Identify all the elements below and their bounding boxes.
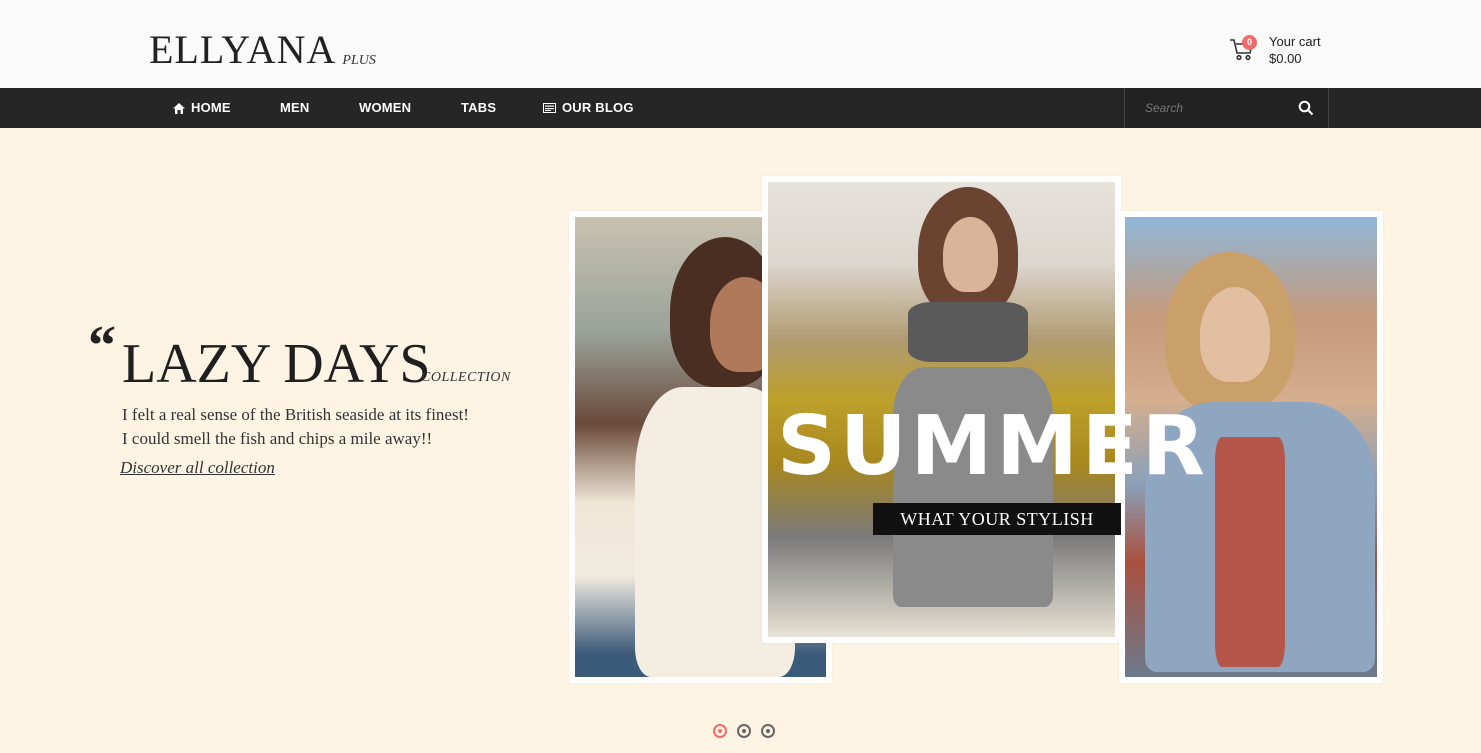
slider-pagination [713,724,775,738]
hero-description-line-1: I felt a real sense of the British seasi… [122,405,469,424]
cart-count-badge: 0 [1242,35,1257,50]
blog-icon [543,103,556,113]
search-input[interactable] [1125,88,1290,128]
cart-label: Your cart [1269,34,1321,49]
nav-label-blog: OUR BLOG [562,100,634,115]
nav-label-men: MEN [280,100,310,115]
cart-total: $0.00 [1269,51,1302,66]
nav-label-home: HOME [191,100,231,115]
logo-subtext: PLUS [342,53,376,68]
hero-collection-label: COLLECTION [421,370,511,385]
site-logo[interactable]: ELLYANA PLUS [149,30,376,70]
cart-widget[interactable]: 0 Your cart $0.00 [1229,33,1339,67]
slider-dot-1[interactable] [713,724,727,738]
site-header: ELLYANA PLUS 0 Your cart $0.00 [0,0,1481,88]
nav-item-blog[interactable]: OUR BLOG [543,88,634,128]
banner-subtitle: WHAT YOUR STYLISH [873,503,1121,535]
banner-title: SUMMER [777,399,1209,494]
slider-dot-3[interactable] [761,724,775,738]
search-icon[interactable] [1298,100,1314,116]
slider-dot-2[interactable] [737,724,751,738]
nav-item-home[interactable]: HOME [173,88,231,128]
nav-item-tabs[interactable]: TABS [461,88,496,128]
cart-icon[interactable]: 0 [1229,35,1257,64]
nav-label-tabs: TABS [461,100,497,115]
logo-text: ELLYANA [149,27,337,72]
search-box [1124,88,1329,128]
nav-label-women: WOMEN [359,100,412,115]
hero-headline: LAZY DAYS [122,333,431,395]
quote-mark: “ [88,315,116,377]
home-icon [173,102,185,114]
hero-description-line-2: I could smell the fish and chips a mile … [122,429,433,448]
nav-item-men[interactable]: MEN [280,88,310,128]
discover-collection-link[interactable]: Discover all collection [120,458,275,478]
nav-item-women[interactable]: WOMEN [359,88,411,128]
cart-summary[interactable]: Your cart $0.00 [1269,33,1321,67]
hero-description: I felt a real sense of the British seasi… [122,403,469,451]
